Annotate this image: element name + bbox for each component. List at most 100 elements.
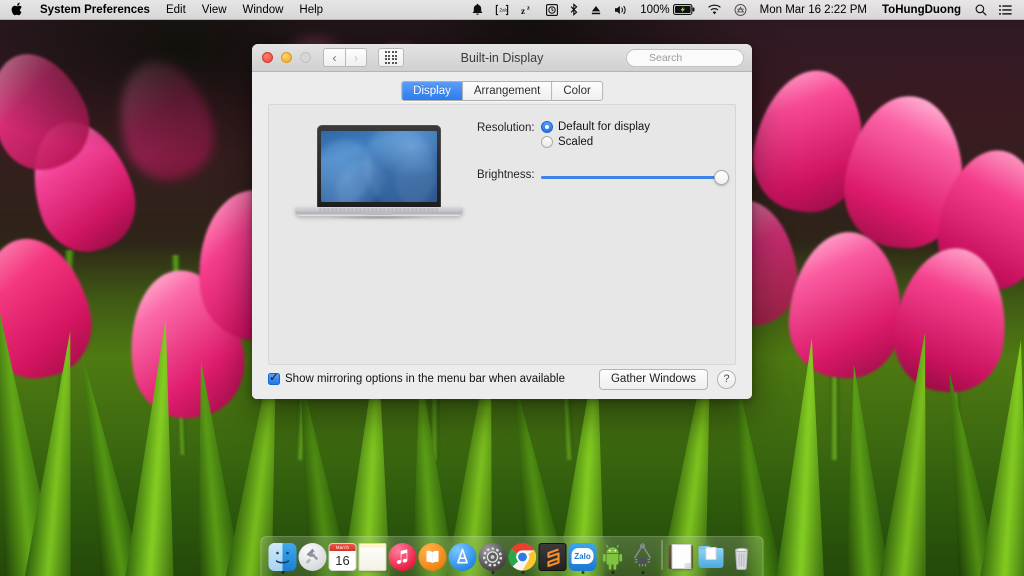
display-form: Resolution: Default for display Scaled B…: [477, 121, 729, 187]
window-content: Display Arrangement Color Resolution: De…: [252, 72, 752, 399]
brightness-label: Brightness:: [477, 169, 535, 181]
window-controls: [262, 52, 311, 63]
menu-edit[interactable]: Edit: [158, 0, 194, 19]
dock-item-trash[interactable]: [727, 537, 757, 575]
slider-fill: [541, 176, 722, 179]
bluetooth-icon[interactable]: [564, 0, 584, 19]
tab-arrangement[interactable]: Arrangement: [462, 82, 553, 100]
display-settings-panel: Resolution: Default for display Scaled B…: [268, 104, 736, 365]
airplay-icon[interactable]: [728, 0, 753, 19]
dock-item-documents-stack[interactable]: [667, 537, 697, 575]
slider-knob[interactable]: [713, 170, 729, 185]
finder-icon: [268, 543, 297, 571]
system-preferences-window[interactable]: ‹ › Built-in Display Search Display Arra…: [252, 44, 752, 399]
navigation-buttons: ‹ ›: [323, 48, 367, 67]
minimize-button[interactable]: [281, 52, 292, 63]
running-indicator: [521, 571, 524, 574]
running-indicator: [611, 571, 614, 574]
radio-default-for-display[interactable]: Default for display: [541, 121, 727, 133]
radio-button-selected[interactable]: [541, 121, 553, 133]
macbook-preview-image: [295, 125, 463, 237]
volume-icon[interactable]: [608, 0, 634, 19]
apple-logo-icon[interactable]: [0, 0, 32, 18]
dock-item-finder[interactable]: [268, 537, 298, 575]
forward-button: ›: [345, 48, 367, 67]
dock-separator: [661, 540, 663, 570]
search-icon[interactable]: [969, 0, 993, 19]
dock-item-system-preferences[interactable]: [478, 537, 508, 575]
menu-bar-clock[interactable]: Mon Mar 16 2:22 PM: [753, 4, 874, 16]
laptop-camera-icon: [378, 127, 380, 130]
dock-item-zalo[interactable]: Zalo: [568, 537, 598, 575]
dock-item-android[interactable]: [598, 537, 628, 575]
laptop-shadow: [301, 215, 457, 220]
radio-button[interactable]: [541, 136, 553, 148]
dock-item-android-studio[interactable]: [628, 537, 658, 575]
running-indicator: [641, 571, 644, 574]
tab-display[interactable]: Display: [402, 82, 463, 100]
running-indicator: [491, 571, 494, 574]
mirroring-checkbox[interactable]: ✓: [268, 373, 280, 385]
gather-windows-button[interactable]: Gather Windows: [598, 368, 708, 390]
resolution-options[interactable]: Default for display Scaled: [541, 121, 727, 151]
radio-scaled[interactable]: Scaled: [541, 136, 727, 148]
eject-icon[interactable]: [584, 0, 608, 19]
sublime-text-icon: [538, 543, 567, 571]
brightness-slider[interactable]: [541, 169, 729, 185]
search-field-wrapper[interactable]: Search: [626, 48, 744, 67]
dock-item-app-store[interactable]: [448, 537, 478, 575]
dock-item-downloads-folder[interactable]: [697, 537, 727, 575]
menu-bar[interactable]: System Preferences Edit View Window Help…: [0, 0, 1024, 20]
ibooks-icon: [418, 543, 447, 571]
dock-item-google-chrome[interactable]: [508, 537, 538, 575]
battery-charging-icon[interactable]: [672, 0, 701, 19]
google-chrome-icon: [508, 543, 537, 571]
menu-app-name[interactable]: System Preferences: [32, 0, 158, 19]
android-icon: [599, 543, 627, 571]
notification-center-icon[interactable]: [993, 0, 1018, 19]
dock-item-launchpad[interactable]: [298, 537, 328, 575]
itunes-icon: [388, 543, 417, 571]
tab-color[interactable]: Color: [552, 82, 602, 100]
zalo-icon[interactable]: Zalo: [489, 0, 515, 19]
display-tabs[interactable]: Display Arrangement Color: [401, 81, 603, 101]
zoom-button: [300, 52, 311, 63]
system-preferences-icon: [478, 543, 507, 571]
dock[interactable]: March 16 Zalo: [260, 536, 764, 576]
menu-bar-left: System Preferences Edit View Window Help: [0, 0, 331, 19]
dock-item-ibooks[interactable]: [418, 537, 448, 575]
menu-help[interactable]: Help: [291, 0, 331, 19]
notification-bell-icon[interactable]: [466, 0, 489, 19]
menu-window[interactable]: Window: [235, 0, 292, 19]
search-input[interactable]: Search: [626, 48, 744, 67]
help-button[interactable]: ?: [717, 369, 736, 389]
grid-icon: [384, 51, 398, 64]
android-studio-icon: [629, 543, 657, 571]
zalo-icon: Zalo: [568, 543, 597, 571]
trash-icon: [728, 543, 756, 571]
window-title-bar[interactable]: ‹ › Built-in Display Search: [252, 44, 752, 72]
running-indicator: [281, 571, 284, 574]
resolution-row: Resolution: Default for display Scaled: [477, 121, 727, 151]
dock-item-calendar[interactable]: March 16: [328, 537, 358, 575]
brightness-control[interactable]: [541, 168, 729, 185]
laptop-wallpaper: [321, 131, 437, 202]
laptop-bezel: [321, 131, 437, 202]
svg-text:Zalo: Zalo: [500, 7, 509, 12]
dock-item-itunes[interactable]: [388, 537, 418, 575]
menu-view[interactable]: View: [194, 0, 235, 19]
laptop-screen: [317, 125, 441, 208]
show-all-preferences-button[interactable]: [378, 48, 404, 67]
close-button[interactable]: [262, 52, 273, 63]
dock-item-notes[interactable]: [358, 537, 388, 575]
menu-bar-user-name[interactable]: ToHungDuong: [874, 4, 969, 16]
caffeine-sleep-icon[interactable]: zz: [515, 0, 540, 19]
back-button[interactable]: ‹: [323, 48, 345, 67]
dock-item-sublime-text[interactable]: [538, 537, 568, 575]
wifi-icon[interactable]: [701, 0, 728, 19]
menu-bar-status-area: Zalo zz 100% Mon Mar 16 2:22 PM ToHungDu…: [466, 0, 1024, 19]
radio-label: Scaled: [558, 136, 594, 148]
mirroring-checkbox-label: Show mirroring options in the menu bar w…: [285, 373, 565, 385]
mirroring-checkbox-row[interactable]: ✓ Show mirroring options in the menu bar…: [268, 373, 565, 385]
time-machine-circle-icon[interactable]: [540, 0, 564, 19]
